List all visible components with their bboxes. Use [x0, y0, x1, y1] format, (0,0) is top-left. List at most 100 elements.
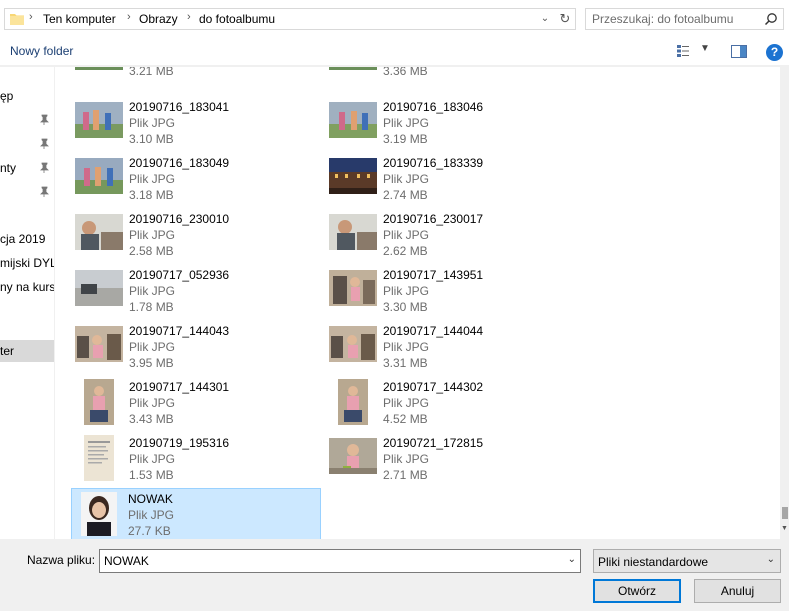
file-name: NOWAK	[128, 492, 173, 506]
file-tile[interactable]: 20190716_230010 Plik JPG 2.58 MB	[57, 209, 307, 261]
nav-item-this-pc[interactable]: ter	[0, 340, 54, 362]
file-type: Plik JPG	[383, 172, 430, 186]
file-name: 20190717_144301	[129, 380, 230, 394]
file-tile[interactable]: Plik JPG 3.36 MB	[311, 67, 561, 81]
cancel-button[interactable]: Anuluj	[694, 579, 781, 603]
pin-icon	[40, 186, 49, 197]
chevron-down-icon[interactable]: ⌄	[537, 11, 553, 27]
open-button[interactable]: Otwórz	[593, 579, 681, 603]
photo-thumbnail	[81, 492, 117, 536]
vertical-scrollbar[interactable]: ▼	[780, 67, 789, 539]
file-size: 3.43 MB	[129, 412, 174, 426]
chevron-down-icon[interactable]: ⌄	[568, 554, 576, 565]
new-folder-button[interactable]: Nowy folder	[10, 44, 73, 58]
photo-thumbnail	[329, 326, 377, 362]
file-size: 2.71 MB	[383, 468, 428, 482]
toolbar: Nowy folder ▼	[0, 38, 789, 66]
file-tile[interactable]: 20190716_183046 Plik JPG 3.19 MB	[311, 97, 561, 149]
refresh-icon[interactable]: ↻	[557, 11, 573, 27]
preview-pane-icon[interactable]	[731, 45, 747, 58]
file-name: 20190716_183339	[383, 156, 484, 170]
chevron-right-icon[interactable]: ›	[187, 11, 191, 23]
file-tile[interactable]: Plik JPG 3.21 MB	[57, 67, 307, 81]
filename-input[interactable]	[104, 554, 544, 568]
view-dropdown-icon[interactable]: ▼	[700, 43, 710, 54]
search-box[interactable]	[585, 8, 784, 30]
address-bar[interactable]: › Ten komputer › Obrazy › do fotoalbumu …	[4, 8, 576, 30]
file-tile[interactable]: 20190717_143951 Plik JPG 3.30 MB	[311, 265, 561, 317]
file-tile[interactable]: 20190717_144301 Plik JPG 3.43 MB	[57, 377, 307, 429]
nav-item[interactable]: mijski DYL	[0, 252, 54, 274]
photo-thumbnail	[329, 102, 377, 138]
file-size: 4.52 MB	[383, 412, 428, 426]
file-name: 20190721_172815	[383, 436, 484, 450]
search-icon[interactable]	[764, 12, 778, 26]
file-type: Plik JPG	[383, 452, 430, 466]
photo-thumbnail	[329, 438, 377, 474]
file-tile[interactable]: 20190716_183041 Plik JPG 3.10 MB	[57, 97, 307, 149]
filetype-select[interactable]: Pliki niestandardowe ⌄	[593, 549, 781, 573]
file-size: 2.58 MB	[129, 244, 174, 258]
scroll-down-arrow-icon[interactable]: ▼	[781, 525, 788, 532]
breadcrumb-this-pc[interactable]: Ten komputer	[43, 12, 116, 26]
filetype-value: Pliki niestandardowe	[598, 555, 709, 569]
file-tile[interactable]: 20190719_195316 Plik JPG 1.53 MB	[57, 433, 307, 485]
file-tile[interactable]: 20190716_183049 Plik JPG 3.18 MB	[57, 153, 307, 205]
file-type: Plik JPG	[383, 228, 430, 242]
file-type: Plik JPG	[129, 396, 176, 410]
file-size: 3.21 MB	[129, 67, 174, 78]
photo-thumbnail	[75, 67, 123, 70]
navigation-pane: ęp nty cja 2019 mijski DYL ny na kurs te…	[0, 67, 54, 539]
nav-item[interactable]: ny na kurs	[0, 276, 54, 298]
file-tile[interactable]: 20190721_172815 Plik JPG 2.71 MB	[311, 433, 561, 485]
file-size: 3.36 MB	[383, 67, 428, 78]
filename-label: Nazwa pliku:	[27, 553, 96, 567]
chevron-right-icon[interactable]: ›	[29, 11, 33, 23]
file-type: Plik JPG	[129, 228, 176, 242]
view-options-icon[interactable]	[676, 44, 690, 58]
file-size: 1.78 MB	[129, 300, 174, 314]
file-type: Plik JPG	[383, 396, 430, 410]
file-size: 1.53 MB	[129, 468, 174, 482]
help-icon[interactable]: ?	[766, 44, 783, 61]
file-name: 20190717_144044	[383, 324, 484, 338]
document-thumbnail	[84, 435, 114, 481]
breadcrumb-pictures[interactable]: Obrazy	[139, 12, 178, 26]
photo-thumbnail	[329, 67, 377, 70]
photo-thumbnail	[338, 379, 368, 425]
file-type: Plik JPG	[129, 340, 176, 354]
file-tile[interactable]: 20190717_144043 Plik JPG 3.95 MB	[57, 321, 307, 373]
file-grid: Plik JPG 3.21 MB Plik JPG 3.36 MB 201907…	[55, 67, 780, 539]
file-size: 3.95 MB	[129, 356, 174, 370]
file-name: 20190716_183049	[129, 156, 230, 170]
file-tile-selected[interactable]: NOWAK Plik JPG 27.7 KB	[71, 488, 321, 539]
file-tile[interactable]: 20190717_052936 Plik JPG 1.78 MB	[57, 265, 307, 317]
photo-thumbnail	[75, 270, 123, 306]
nav-item[interactable]: cja 2019	[0, 228, 54, 250]
file-tile[interactable]: 20190716_230017 Plik JPG 2.62 MB	[311, 209, 561, 261]
file-name: 20190716_230017	[383, 212, 484, 226]
photo-thumbnail	[75, 102, 123, 138]
scrollbar-thumb[interactable]	[782, 507, 788, 519]
photo-thumbnail	[84, 379, 114, 425]
file-size: 2.74 MB	[383, 188, 428, 202]
file-tile[interactable]: 20190717_144302 Plik JPG 4.52 MB	[311, 377, 561, 429]
chevron-down-icon[interactable]: ⌄	[767, 554, 775, 565]
pin-icon	[40, 138, 49, 149]
nav-item[interactable]: ęp	[0, 85, 54, 107]
pin-icon	[40, 162, 49, 173]
file-tile[interactable]: 20190716_183339 Plik JPG 2.74 MB	[311, 153, 561, 205]
file-size: 3.18 MB	[129, 188, 174, 202]
breadcrumb-current-folder[interactable]: do fotoalbumu	[199, 12, 275, 26]
filename-combobox[interactable]: ⌄	[99, 549, 581, 573]
folder-icon	[10, 14, 24, 25]
file-tile[interactable]: 20190717_144044 Plik JPG 3.31 MB	[311, 321, 561, 373]
file-type: Plik JPG	[128, 508, 175, 522]
chevron-right-icon[interactable]: ›	[127, 11, 131, 23]
file-size: 3.19 MB	[383, 132, 428, 146]
file-type: Plik JPG	[129, 284, 176, 298]
file-type: Plik JPG	[383, 116, 430, 130]
file-type: Plik JPG	[129, 172, 176, 186]
file-name: 20190716_183041	[129, 100, 230, 114]
search-input[interactable]	[592, 12, 762, 26]
